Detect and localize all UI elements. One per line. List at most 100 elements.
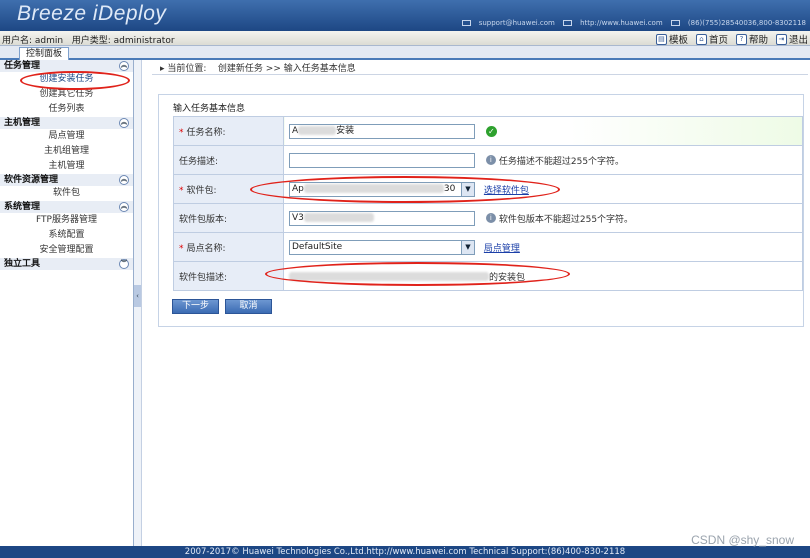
required-marker: * — [179, 185, 184, 196]
sidebar-group-system[interactable]: 系统管理 ︽ — [0, 201, 133, 213]
package-version-input[interactable]: V3 — [289, 210, 475, 226]
user-bar: 用户名: admin 用户类型: administrator ▤ 模板 ⌂ 首页 ?… — [0, 31, 810, 46]
collapse-icon[interactable]: ︽ — [119, 118, 129, 128]
task-desc-label: 任务描述: — [173, 145, 284, 175]
package-version-label: 软件包版本: — [173, 203, 284, 233]
site-management-link[interactable]: 局点管理 — [484, 244, 520, 254]
task-form: 输入任务基本信息 * 任务名称: A 安装 ✓ 任务描述: i 任务描述不能超过255… — [158, 94, 804, 327]
sidebar: 任务管理 ︽ 创建安装任务 创建其它任务 任务列表 主机管理 ︽ 局点管理 主机组管… — [0, 60, 134, 546]
collapse-sidebar-icon[interactable]: ‹ — [134, 285, 141, 307]
collapse-icon[interactable]: ︽ — [119, 202, 129, 212]
tab-row: 控制面板 — [0, 46, 810, 60]
row-package: * 软件包: Ap 30 ▼ 选择软件包 — [173, 174, 803, 204]
site-name-cell: DefaultSite ▼ 局点管理 — [283, 232, 803, 262]
mail-icon — [461, 20, 471, 26]
template-icon: ▤ — [655, 33, 667, 45]
breadcrumb: ▸ 当前位置: 创建新任务 >> 输入任务基本信息 — [160, 61, 356, 74]
site-name-label: * 局点名称: — [173, 232, 284, 262]
collapse-icon[interactable]: ︽ — [119, 61, 129, 71]
package-desc-label-text: 软件包描述: — [179, 272, 228, 283]
section-title: 输入任务基本信息 — [173, 104, 246, 114]
required-marker: * — [179, 243, 184, 254]
chevron-down-icon[interactable]: ▼ — [461, 240, 474, 254]
user-type-label: 用户类型: — [71, 36, 111, 46]
template-link-label: 模板 — [668, 35, 688, 46]
expand-icon[interactable]: ︾ — [119, 259, 129, 269]
task-desc-hint: 任务描述不能超过255个字符。 — [498, 156, 625, 167]
task-name-label-text: 任务名称: — [186, 127, 226, 138]
task-desc-input[interactable] — [289, 152, 475, 168]
site-name-select[interactable]: DefaultSite ▼ — [289, 239, 475, 255]
user-name: admin — [34, 36, 64, 46]
site-name-value: DefaultSite — [292, 241, 343, 252]
row-package-desc: 软件包描述: 的安装包 — [173, 261, 803, 291]
site-name-label-text: 局点名称: — [186, 243, 226, 254]
home-icon: ⌂ — [695, 33, 707, 45]
sidebar-item-system-config[interactable]: 系统配置 — [0, 228, 133, 243]
sidebar-group-label: 独立工具 — [4, 259, 41, 269]
package-desc-cell: 的安装包 — [283, 261, 803, 291]
package-label: * 软件包: — [173, 174, 284, 204]
support-phone: (86)(755)28540036,800-8302118 — [687, 19, 806, 27]
task-name-input[interactable]: A 安装 — [289, 123, 475, 139]
next-button[interactable]: 下一步 — [172, 299, 219, 314]
support-email: support@huawei.com — [478, 19, 555, 27]
top-links: ▤ 模板 ⌂ 首页 ? 帮助 ⇥ 退出 — [655, 32, 808, 46]
redacted-text — [298, 125, 337, 135]
help-link[interactable]: ? 帮助 — [735, 32, 768, 46]
logout-link-label: 退出 — [788, 35, 808, 46]
breadcrumb-prefix: 当前位置: — [167, 64, 207, 74]
collapse-icon[interactable]: ︽ — [119, 175, 129, 185]
sidebar-item-site-management[interactable]: 局点管理 — [0, 129, 133, 144]
tab-control-panel[interactable]: 控制面板 — [19, 47, 70, 60]
template-link[interactable]: ▤ 模板 — [655, 32, 688, 46]
sidebar-group-software[interactable]: 软件资源管理 ︽ — [0, 174, 133, 186]
check-icon: ✓ — [485, 125, 497, 137]
sidebar-item-create-install-task[interactable]: 创建安装任务 — [0, 72, 133, 87]
form-table: * 任务名称: A 安装 ✓ 任务描述: i 任务描述不能超过255个字符。 * 软件包… — [173, 116, 803, 291]
home-link[interactable]: ⌂ 首页 — [695, 32, 728, 46]
package-cell: Ap 30 ▼ 选择软件包 — [283, 174, 803, 204]
select-package-link[interactable]: 选择软件包 — [484, 186, 529, 196]
footer: 2007-2017© Huawei Technologies Co.,Ltd.h… — [0, 546, 810, 558]
package-desc-label: 软件包描述: — [173, 261, 284, 291]
sidebar-item-host-group-management[interactable]: 主机组管理 — [0, 144, 133, 159]
sidebar-splitter[interactable]: ‹ — [134, 60, 142, 546]
chevron-down-icon[interactable]: ▼ — [461, 182, 474, 196]
logout-link[interactable]: ⇥ 退出 — [775, 32, 808, 46]
contact-info: support@huawei.com http://www.huawei.com… — [456, 19, 806, 27]
row-package-version: 软件包版本: V3 i 软件包版本不能超过255个字符。 — [173, 203, 803, 233]
sidebar-group-label: 系统管理 — [4, 202, 41, 212]
help-link-label: 帮助 — [748, 35, 768, 46]
logout-icon: ⇥ — [775, 33, 787, 45]
sidebar-group-task[interactable]: 任务管理 ︽ — [0, 60, 133, 72]
sidebar-item-host-management[interactable]: 主机管理 — [0, 159, 133, 174]
sidebar-group-label: 软件资源管理 — [4, 175, 59, 185]
sidebar-group-label: 任务管理 — [4, 61, 41, 71]
sidebar-item-task-list[interactable]: 任务列表 — [0, 102, 133, 117]
redacted-text — [303, 183, 444, 193]
user-label: 用户名: — [2, 36, 33, 46]
package-desc-value: 的安装包 — [489, 272, 526, 283]
breadcrumb-divider — [152, 74, 808, 75]
task-desc-label-text: 任务描述: — [179, 156, 219, 167]
sidebar-item-ftp-server[interactable]: FTP服务器管理 — [0, 213, 133, 228]
home-link-label: 首页 — [708, 35, 728, 46]
sidebar-item-security-config[interactable]: 安全管理配置 — [0, 243, 133, 258]
package-version-cell: V3 i 软件包版本不能超过255个字符。 — [283, 203, 803, 233]
info-icon: i — [485, 213, 496, 223]
sidebar-item-software-package[interactable]: 软件包 — [0, 186, 133, 201]
package-value-prefix: Ap — [292, 183, 304, 194]
breadcrumb-path: 创建新任务 >> 输入任务基本信息 — [217, 64, 356, 74]
package-value-suffix: 30 — [443, 183, 456, 194]
row-task-desc: 任务描述: i 任务描述不能超过255个字符。 — [173, 145, 803, 175]
task-name-value-suffix: 安装 — [336, 125, 355, 136]
sidebar-group-host[interactable]: 主机管理 ︽ — [0, 117, 133, 129]
redacted-text — [303, 212, 374, 222]
sidebar-item-create-other-task[interactable]: 创建其它任务 — [0, 87, 133, 102]
user-type: administrator — [113, 36, 175, 46]
cancel-button[interactable]: 取消 — [225, 299, 272, 314]
watermark: CSDN @shy_snow — [691, 533, 794, 547]
sidebar-group-tools[interactable]: 独立工具 ︾ — [0, 258, 133, 270]
package-select[interactable]: Ap 30 ▼ — [289, 181, 475, 197]
